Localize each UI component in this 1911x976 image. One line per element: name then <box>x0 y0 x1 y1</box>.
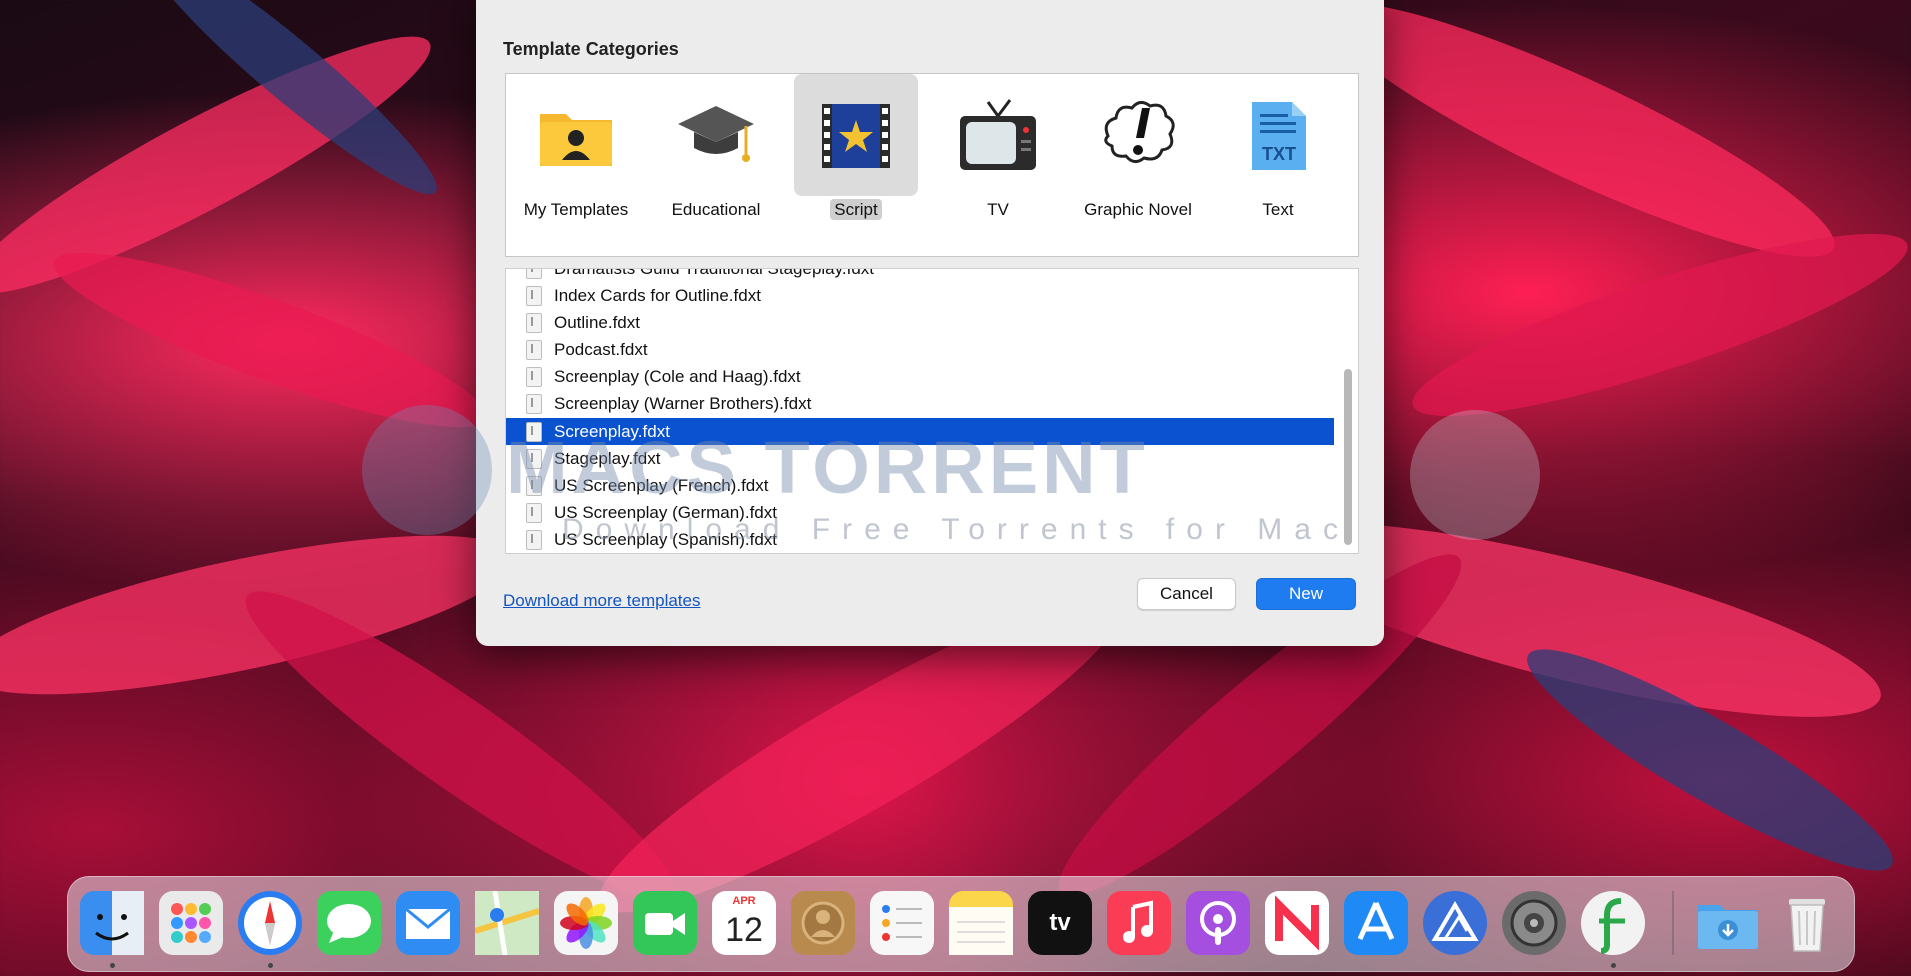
running-indicator <box>110 963 115 968</box>
television-icon <box>958 96 1038 176</box>
template-file-icon <box>526 367 542 387</box>
system-preferences-icon[interactable] <box>1502 891 1566 955</box>
category-script[interactable]: Script <box>794 74 918 256</box>
list-item[interactable]: Dramatists Guild Traditional Stageplay.f… <box>506 268 1334 282</box>
downloads-folder-icon[interactable] <box>1696 891 1760 955</box>
txt-document-icon: TXT <box>1238 96 1318 176</box>
file-name: Dramatists Guild Traditional Stageplay.f… <box>554 268 874 278</box>
list-item[interactable]: Screenplay (Warner Brothers).fdxt <box>506 390 1334 417</box>
category-label: Script <box>830 199 882 220</box>
final-draft-icon[interactable] <box>1581 891 1645 955</box>
template-file-icon <box>526 313 542 333</box>
category-label: Educational <box>671 200 761 219</box>
trash-icon[interactable] <box>1775 891 1839 955</box>
category-label: Graphic Novel <box>1084 200 1192 219</box>
category-educational[interactable]: Educational <box>654 74 778 256</box>
category-label: My Templates <box>523 200 629 219</box>
list-item[interactable]: Outline.fdxt <box>506 309 1334 336</box>
podcasts-icon[interactable] <box>1186 891 1250 955</box>
file-name: Screenplay (Warner Brothers).fdxt <box>554 394 812 413</box>
svg-text:TXT: TXT <box>1262 144 1296 164</box>
running-indicator <box>1611 963 1616 968</box>
apple-tv-label: tv <box>1049 909 1071 936</box>
list-item[interactable]: Index Cards for Outline.fdxt <box>506 282 1334 309</box>
category-label: Text <box>1262 200 1294 219</box>
cancel-button[interactable]: Cancel <box>1137 578 1236 610</box>
template-categories-panel: My Templates Educational Script TV Graph… <box>505 73 1359 257</box>
reminders-icon[interactable] <box>870 891 934 955</box>
running-indicator <box>268 963 273 968</box>
watermark-title: MACS TORRENT <box>506 426 1149 509</box>
dock-separator <box>1672 891 1674 955</box>
drive-app-icon[interactable] <box>1423 891 1487 955</box>
template-categories-title: Template Categories <box>503 39 679 59</box>
news-icon[interactable] <box>1265 891 1329 955</box>
template-file-icon <box>526 394 542 414</box>
photos-icon[interactable] <box>554 891 618 955</box>
notes-icon[interactable] <box>949 891 1013 955</box>
film-star-icon <box>816 96 896 176</box>
watermark-apple-icon <box>1410 410 1540 540</box>
dock: APR 12 tv <box>67 876 1855 972</box>
comic-burst-icon <box>1098 96 1178 176</box>
safari-icon[interactable] <box>238 891 302 955</box>
apple-tv-icon[interactable]: tv <box>1028 891 1092 955</box>
graduation-cap-icon <box>676 96 756 176</box>
maps-icon[interactable] <box>474 890 540 956</box>
category-my-templates[interactable]: My Templates <box>514 74 638 256</box>
category-text[interactable]: TXT Text <box>1216 74 1340 256</box>
calendar-icon[interactable]: APR 12 <box>712 891 776 955</box>
list-item[interactable]: Podcast.fdxt <box>506 336 1334 363</box>
category-label: TV <box>987 200 1009 219</box>
download-more-templates-link[interactable]: Download more templates <box>503 591 700 611</box>
category-graphic-novel[interactable]: Graphic Novel <box>1076 74 1200 256</box>
new-button[interactable]: New <box>1256 578 1356 610</box>
template-file-icon <box>526 530 542 550</box>
watermark-subtitle: Download Free Torrents for Mac <box>562 513 1350 546</box>
file-name: Index Cards for Outline.fdxt <box>554 286 761 305</box>
list-item[interactable]: Screenplay (Cole and Haag).fdxt <box>506 363 1334 390</box>
new-from-template-dialog: Template Categories My Templates Educati… <box>476 0 1384 646</box>
mail-icon[interactable] <box>396 891 460 955</box>
template-file-icon <box>526 269 542 279</box>
file-name: Podcast.fdxt <box>554 340 648 359</box>
contacts-icon[interactable] <box>791 891 855 955</box>
folder-person-icon <box>536 96 616 176</box>
file-name: Outline.fdxt <box>554 313 640 332</box>
watermark-logo-icon <box>362 405 492 535</box>
category-tv[interactable]: TV <box>936 74 1060 256</box>
file-name: Screenplay (Cole and Haag).fdxt <box>554 367 801 386</box>
music-icon[interactable] <box>1107 891 1171 955</box>
template-file-icon <box>526 286 542 306</box>
app-store-icon[interactable] <box>1344 891 1408 955</box>
template-file-list[interactable]: Dramatists Guild Traditional Stageplay.f… <box>505 268 1359 554</box>
calendar-day: 12 <box>725 911 763 949</box>
calendar-month: APR <box>732 895 756 907</box>
finder-icon[interactable] <box>80 891 144 955</box>
messages-icon[interactable] <box>317 891 381 955</box>
facetime-icon[interactable] <box>633 891 697 955</box>
template-file-icon <box>526 340 542 360</box>
launchpad-icon[interactable] <box>159 891 223 955</box>
